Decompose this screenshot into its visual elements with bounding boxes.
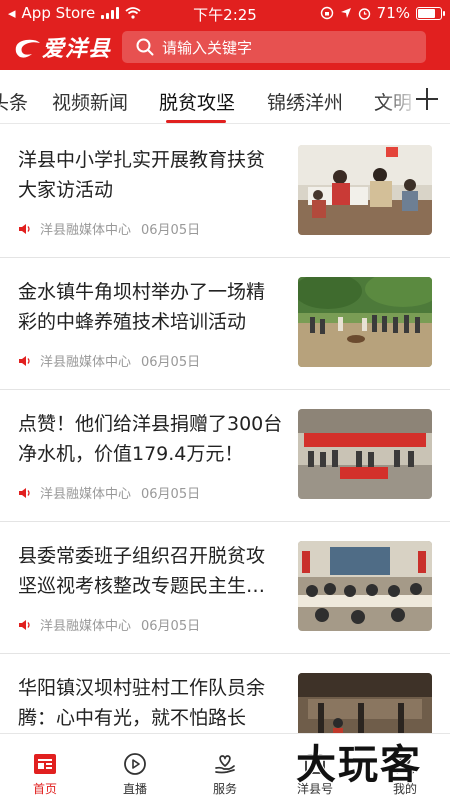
tab-video-news[interactable]: 视频新闻 (52, 88, 128, 115)
nav-home-label: 首页 (32, 782, 57, 796)
list-item[interactable]: 点赞！他们给洋县捐赠了300台净水机，价值179.4万元！ 洋县融媒体中心 06… (0, 389, 450, 522)
nav-home[interactable]: 首页 (0, 734, 90, 800)
tab-jinxiu-yangzhou[interactable]: 锦绣洋州 (267, 88, 343, 115)
news-meta: 洋县融媒体中心 06月05日 (18, 219, 200, 238)
nav-service[interactable]: 服务 (180, 734, 270, 800)
tabs-fade (380, 78, 420, 123)
status-bar: ◂ App Store 下午2:25 71% (0, 0, 450, 26)
channel-tabs: 头条 视频新闻 脱贫攻坚 锦绣洋州 文明 (0, 78, 450, 124)
news-thumbnail[interactable] (298, 145, 432, 235)
news-date: 06月05日 (141, 223, 201, 238)
home-icon (34, 754, 56, 774)
news-date: 06月05日 (141, 487, 201, 502)
add-channel-icon[interactable] (416, 88, 438, 110)
news-meta: 洋县融媒体中心 06月05日 (18, 351, 200, 370)
speaker-icon[interactable] (18, 223, 32, 235)
nav-live[interactable]: 直播 (90, 734, 180, 800)
alarm-icon (358, 7, 370, 20)
battery-icon (416, 6, 445, 20)
news-source: 洋县融媒体中心 (40, 619, 132, 634)
news-title: 华阳镇汉坝村驻村工作队员余腾：心中有光，就不怕路长 (18, 677, 266, 729)
site-watermark: 大玩客 (295, 740, 422, 789)
logo-text: 爱洋县 (42, 36, 112, 62)
battery-percent: 71% (376, 4, 410, 22)
speaker-icon[interactable] (18, 487, 32, 499)
search-input[interactable]: 请输入关键字 (122, 31, 426, 63)
logo-swirl-icon (15, 39, 40, 58)
news-title: 金水镇牛角坝村举办了一场精彩的中蜂养殖技术培训活动 (18, 281, 266, 333)
news-date: 06月05日 (141, 355, 201, 370)
tab-poverty-alleviation[interactable]: 脱贫攻坚 (159, 88, 235, 115)
news-source: 洋县融媒体中心 (40, 355, 132, 370)
news-title: 县委常委班子组织召开脱贫攻坚巡视考核整改专题民主生… (18, 545, 266, 597)
news-title: 点赞！他们给洋县捐赠了300台净水机，价值179.4万元！ (18, 413, 283, 465)
nav-service-label: 服务 (212, 782, 237, 796)
speaker-icon[interactable] (18, 619, 32, 631)
heart-hand-icon (215, 755, 235, 774)
news-source: 洋县融媒体中心 (40, 487, 132, 502)
news-thumbnail[interactable] (298, 277, 432, 367)
news-source: 洋县融媒体中心 (40, 223, 132, 238)
news-thumbnail[interactable] (298, 541, 432, 631)
list-item[interactable]: 洋县中小学扎实开展教育扶贫大家访活动 洋县融媒体中心 06月05日 (0, 125, 450, 258)
list-item[interactable]: 金水镇牛角坝村举办了一场精彩的中蜂养殖技术培训活动 洋县融媒体中心 06月05日 (0, 257, 450, 390)
speaker-icon[interactable] (18, 355, 32, 367)
rotation-lock-icon (320, 6, 333, 20)
nav-live-label: 直播 (122, 782, 147, 796)
news-meta: 洋县融媒体中心 06月05日 (18, 615, 200, 634)
tab-headlines[interactable]: 头条 (0, 88, 28, 115)
news-date: 06月05日 (141, 619, 201, 634)
news-thumbnail[interactable] (298, 409, 432, 499)
app-header: ◂ App Store 下午2:25 71% 爱洋县 请输入关键字 (0, 0, 450, 70)
app-logo[interactable]: 爱洋县 (12, 33, 112, 62)
active-tab-indicator (166, 120, 226, 123)
location-icon (340, 8, 351, 18)
search-icon (136, 38, 154, 56)
search-placeholder: 请输入关键字 (162, 38, 253, 57)
list-item[interactable]: 县委常委班子组织召开脱贫攻坚巡视考核整改专题民主生… 洋县融媒体中心 06月05… (0, 521, 450, 654)
news-title: 洋县中小学扎实开展教育扶贫大家访活动 (18, 149, 266, 201)
play-icon (124, 753, 146, 775)
news-meta: 洋县融媒体中心 06月05日 (18, 483, 200, 502)
